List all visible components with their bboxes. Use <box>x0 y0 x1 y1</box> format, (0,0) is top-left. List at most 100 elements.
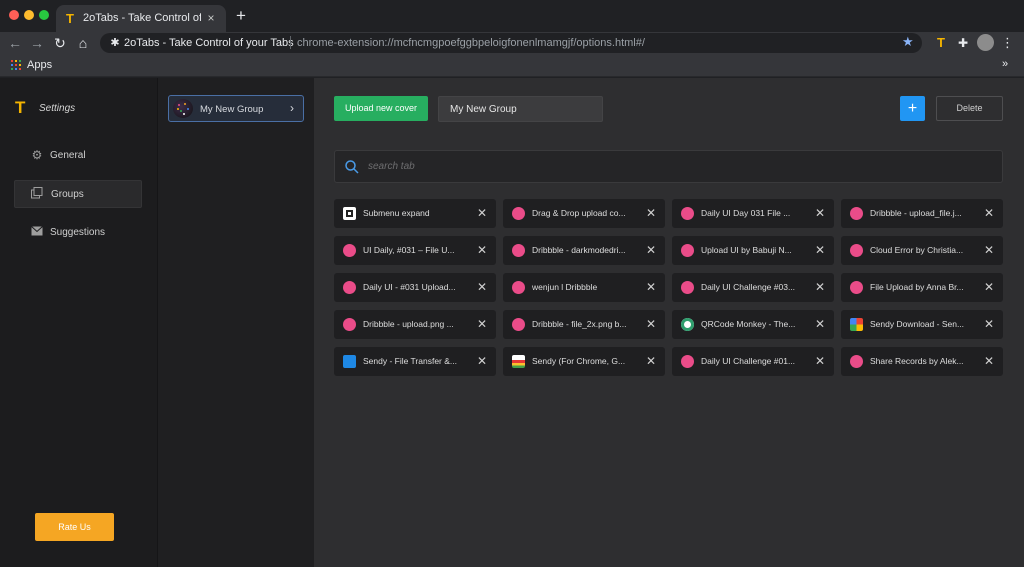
tab-chip-title: Sendy - File Transfer &... <box>363 356 458 366</box>
address-bar[interactable]: ✱ 2oTabs - Take Control of your Tabs chr… <box>100 33 922 53</box>
dribbble-icon <box>681 244 694 257</box>
tab-chip-title: Upload UI by Babuji N... <box>701 245 792 255</box>
2otabs-favicon-icon: T <box>66 11 74 26</box>
tab-chip[interactable]: wenjun l Dribbble ✕ <box>503 273 665 302</box>
profile-avatar[interactable] <box>977 34 994 51</box>
2otabs-logo-icon: T <box>15 98 26 117</box>
tab-chip[interactable]: File Upload by Anna Br... ✕ <box>841 273 1003 302</box>
settings-sidebar: T Settings ⚙ General Groups Suggestions … <box>0 78 157 567</box>
extensions-puzzle-icon[interactable]: ✚ <box>956 35 970 51</box>
search-tab-bar <box>334 150 1003 183</box>
remove-tab-icon[interactable]: ✕ <box>476 206 488 220</box>
sidebar-item-label: Groups <box>51 189 84 200</box>
rate-us-button[interactable]: Rate Us <box>35 513 114 541</box>
dribbble-icon <box>681 281 694 294</box>
remove-tab-icon[interactable]: ✕ <box>983 243 995 257</box>
tab-chip-title: File Upload by Anna Br... <box>870 282 964 292</box>
group-cover-thumbnail <box>173 99 193 118</box>
remove-tab-icon[interactable]: ✕ <box>645 243 657 257</box>
remove-tab-icon[interactable]: ✕ <box>814 354 826 368</box>
back-arrow-icon[interactable]: ← <box>6 34 24 52</box>
dribbble-icon <box>512 281 525 294</box>
remove-tab-icon[interactable]: ✕ <box>814 317 826 331</box>
new-tab-button[interactable]: + <box>233 7 249 24</box>
tab-chip[interactable]: Daily UI Day 031 File ... ✕ <box>672 199 834 228</box>
sendy-chrome-icon <box>512 355 525 368</box>
window-zoom-button[interactable] <box>39 10 49 20</box>
browser-menu-kebab-icon[interactable]: ⋮ <box>1001 34 1014 51</box>
group-item[interactable]: My New Group › <box>168 95 304 122</box>
tab-chip[interactable]: QRCode Monkey - The... ✕ <box>672 310 834 339</box>
copy-icon <box>31 187 43 199</box>
home-icon[interactable]: ⌂ <box>74 34 92 52</box>
tab-chip[interactable]: Upload UI by Babuji N... ✕ <box>672 236 834 265</box>
tab-chip[interactable]: UI Daily, #031 – File U... ✕ <box>334 236 496 265</box>
forward-arrow-icon[interactable]: → <box>28 34 46 52</box>
tab-chip[interactable]: Submenu expand ✕ <box>334 199 496 228</box>
group-name-input[interactable] <box>438 96 603 122</box>
tab-chip[interactable]: Drag & Drop upload co... ✕ <box>503 199 665 228</box>
tab-chip[interactable]: Sendy - File Transfer &... ✕ <box>334 347 496 376</box>
remove-tab-icon[interactable]: ✕ <box>983 317 995 331</box>
reload-icon[interactable]: ↻ <box>51 34 69 52</box>
add-tab-button[interactable]: + <box>900 96 925 121</box>
remove-tab-icon[interactable]: ✕ <box>645 206 657 220</box>
sidebar-item-suggestions[interactable]: Suggestions <box>14 219 142 247</box>
remove-tab-icon[interactable]: ✕ <box>476 354 488 368</box>
extension-puzzle-icon: ✱ <box>110 37 120 49</box>
remove-tab-icon[interactable]: ✕ <box>814 206 826 220</box>
qrcode-monkey-icon <box>681 318 694 331</box>
dribbble-icon <box>512 207 525 220</box>
remove-tab-icon[interactable]: ✕ <box>476 243 488 257</box>
sidebar-title: Settings <box>39 103 76 114</box>
tab-chip[interactable]: Dribbble - file_2x.png b... ✕ <box>503 310 665 339</box>
search-input[interactable] <box>368 152 988 181</box>
remove-tab-icon[interactable]: ✕ <box>645 280 657 294</box>
remove-tab-icon[interactable]: ✕ <box>983 280 995 294</box>
remove-tab-icon[interactable]: ✕ <box>814 243 826 257</box>
search-icon <box>345 160 359 174</box>
sidebar-item-label: General <box>50 150 86 161</box>
address-bar-url[interactable]: chrome-extension://mcfncmgpoefggbpeloigf… <box>297 37 645 49</box>
tab-chip[interactable]: Dribbble - upload_file.j... ✕ <box>841 199 1003 228</box>
remove-tab-icon[interactable]: ✕ <box>645 354 657 368</box>
browser-window: T 2oTabs - Take Control of your T × + ← … <box>0 0 1024 567</box>
tab-chip-title: Daily UI Day 031 File ... <box>701 208 791 218</box>
tab-chip[interactable]: Share Records by Alek... ✕ <box>841 347 1003 376</box>
remove-tab-icon[interactable]: ✕ <box>645 317 657 331</box>
apps-grid-icon[interactable] <box>11 60 21 70</box>
tab-chip-title: Dribbble - upload_file.j... <box>870 208 962 218</box>
remove-tab-icon[interactable]: ✕ <box>814 280 826 294</box>
dribbble-icon <box>850 207 863 220</box>
remove-tab-icon[interactable]: ✕ <box>983 354 995 368</box>
bookmarks-overflow-icon[interactable]: » <box>1002 58 1008 70</box>
tab-chip[interactable]: Dribbble - darkmodedri... ✕ <box>503 236 665 265</box>
remove-tab-icon[interactable]: ✕ <box>476 317 488 331</box>
browser-tab-title: 2oTabs - Take Control of your T <box>83 12 201 24</box>
2otabs-extension-icon[interactable]: T <box>934 35 948 51</box>
browser-tab-active[interactable]: T 2oTabs - Take Control of your T × <box>56 5 226 32</box>
tab-chip-title: Drag & Drop upload co... <box>532 208 626 218</box>
bookmark-star-icon[interactable]: ★ <box>902 35 916 49</box>
tab-chip[interactable]: Daily UI Challenge #03... ✕ <box>672 273 834 302</box>
tab-chip-title: Cloud Error by Christia... <box>870 245 964 255</box>
apps-bookmark[interactable]: Apps <box>27 59 52 71</box>
remove-tab-icon[interactable]: ✕ <box>983 206 995 220</box>
sidebar-item-label: Suggestions <box>50 227 106 238</box>
tab-chip[interactable]: Sendy Download - Sen... ✕ <box>841 310 1003 339</box>
sidebar-item-groups[interactable]: Groups <box>14 180 142 208</box>
upload-cover-button[interactable]: Upload new cover <box>334 96 428 121</box>
dribbble-icon <box>343 318 356 331</box>
tab-chip[interactable]: Daily UI Challenge #01... ✕ <box>672 347 834 376</box>
window-close-button[interactable] <box>9 10 19 20</box>
sidebar-item-general[interactable]: ⚙ General <box>14 142 142 170</box>
tab-chip[interactable]: Daily UI - #031 Upload... ✕ <box>334 273 496 302</box>
bookmarks-bar: Apps » <box>0 54 1024 77</box>
close-tab-icon[interactable]: × <box>204 11 218 25</box>
tab-chip[interactable]: Dribbble - upload.png ... ✕ <box>334 310 496 339</box>
delete-group-button[interactable]: Delete <box>936 96 1003 121</box>
tab-chip[interactable]: Cloud Error by Christia... ✕ <box>841 236 1003 265</box>
window-minimize-button[interactable] <box>24 10 34 20</box>
remove-tab-icon[interactable]: ✕ <box>476 280 488 294</box>
tab-chip[interactable]: Sendy (For Chrome, G... ✕ <box>503 347 665 376</box>
